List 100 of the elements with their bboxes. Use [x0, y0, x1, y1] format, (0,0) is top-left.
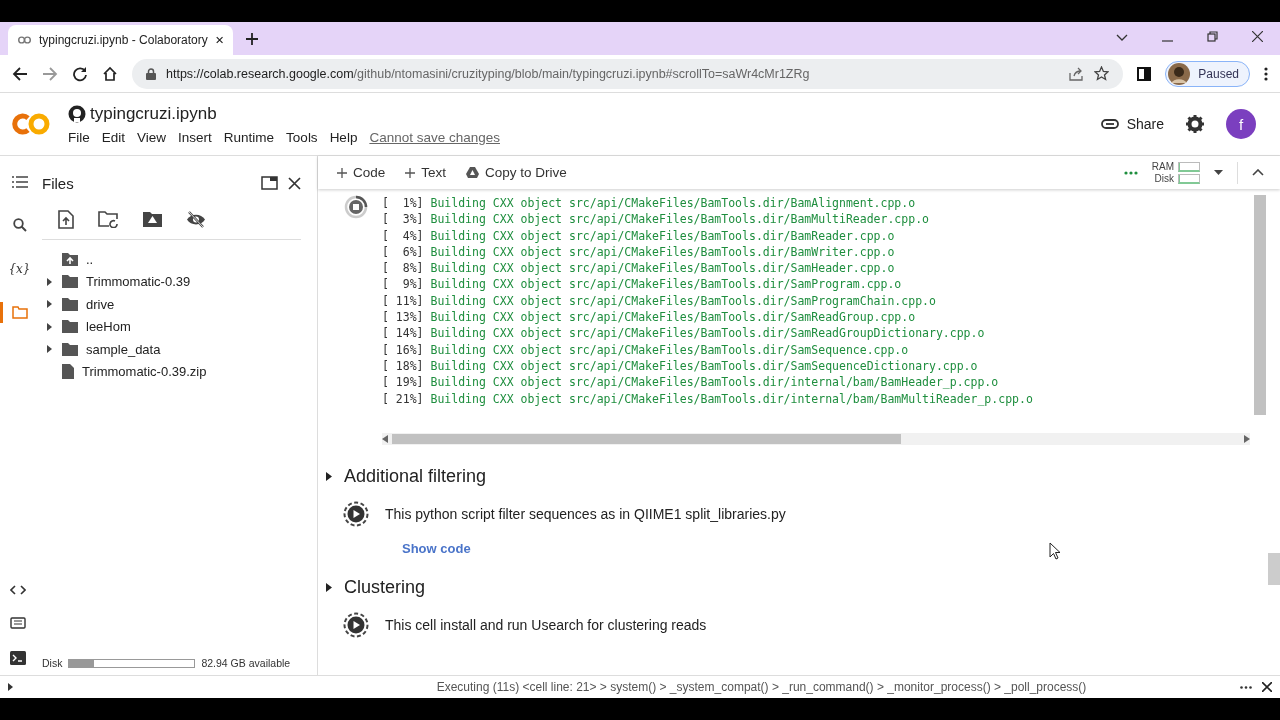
run-cell-icon[interactable] [343, 612, 369, 638]
drive-icon [466, 167, 480, 178]
save-notice-link[interactable]: Cannot save changes [369, 129, 500, 145]
file-tree-item[interactable]: Trimmomatic-0.39.zip [42, 360, 301, 383]
scroll-left-icon[interactable] [382, 435, 388, 443]
section-heading: Additional filtering [344, 465, 487, 487]
menu-item[interactable]: Runtime [223, 129, 275, 145]
expand-icon[interactable] [8, 683, 13, 691]
page-scrollbar-thumb[interactable] [1268, 553, 1280, 585]
resources-button[interactable]: RAM Disk [1151, 161, 1200, 184]
output-line: [ 19%] Building CXX object src/api/CMakeFiles/BamTools.dir/internal/bam/BamHeader_p.cpp.o [382, 374, 1000, 391]
hidden-eye-icon[interactable] [186, 211, 206, 228]
colab-logo[interactable] [12, 112, 52, 136]
account-avatar[interactable]: f [1226, 109, 1256, 139]
back-icon[interactable] [12, 65, 28, 82]
drive-folder-icon[interactable] [143, 212, 162, 227]
folder-icon [62, 297, 78, 311]
output-line: [ 18%] Building CXX object src/api/CMakeFiles/BamTools.dir/SamSequenceDictionary.cpp.o [382, 357, 979, 375]
horizontal-scrollbar[interactable] [382, 433, 1250, 445]
folder-up-icon [62, 252, 78, 266]
more-icon[interactable] [1240, 685, 1252, 689]
menu-item[interactable]: View [137, 129, 167, 145]
settings-icon[interactable] [1186, 115, 1204, 133]
notebook-title[interactable]: typingcruzi.ipynb [90, 103, 217, 124]
tab-search-icon[interactable] [1116, 34, 1128, 42]
upload-file-icon[interactable] [58, 210, 74, 229]
open-in-tab-icon[interactable] [261, 176, 278, 190]
section-heading: Clustering [344, 576, 426, 598]
scroll-right-icon[interactable] [1244, 435, 1250, 443]
command-palette-icon[interactable] [10, 617, 26, 629]
disk-label: Disk [42, 657, 63, 669]
output-line: [ 11%] Building CXX object src/api/CMakeFiles/BamTools.dir/SamProgramChain.cpp.o [382, 292, 937, 310]
search-icon [12, 218, 27, 232]
star-icon[interactable] [1094, 66, 1110, 81]
menu-item[interactable]: Help [329, 129, 358, 145]
menu-item[interactable]: File [68, 129, 90, 145]
side-panel-icon[interactable] [1137, 66, 1152, 81]
file-tree-item[interactable]: leeHom [42, 315, 301, 338]
sidebar-tab[interactable]: {x} [0, 258, 36, 280]
toolbar-button[interactable]: Copy to Drive [463, 163, 570, 182]
output-line: [ 9%] Building CXX object src/api/CMakeFiles/BamTools.dir/SamProgram.cpp.o [382, 276, 903, 293]
output-line: [ 14%] Building CXX object src/api/CMakeFiles/BamTools.dir/SamReadGroupDictionary.cpp.o [382, 325, 986, 342]
stop-icon[interactable] [344, 195, 368, 219]
reload-icon[interactable] [72, 65, 88, 82]
forward-icon[interactable] [42, 65, 58, 82]
caret-icon[interactable] [326, 582, 332, 592]
collapse-icon[interactable] [1252, 169, 1264, 176]
output-line: [ 8%] Building CXX object src/api/CMakeFiles/BamTools.dir/SamHeader.cpp.o [382, 260, 896, 277]
caret-icon[interactable] [46, 277, 52, 286]
home-icon[interactable] [102, 65, 118, 82]
menu-item[interactable]: Tools [286, 129, 318, 145]
status-text: Executing (11s) <cell line: 21> > system() > _system_compat() > _run_command() > _monitor_process() > _poll_process() [436, 680, 1087, 694]
folder-icon [62, 320, 78, 334]
cell-text: This python script filter sequences as in QIIME1 split_libraries.py [385, 506, 786, 522]
share-icon[interactable] [1069, 66, 1085, 81]
refresh-folder-icon[interactable] [98, 211, 119, 228]
caret-icon[interactable] [46, 345, 52, 354]
file-tree-item[interactable]: Trimmomatic-0.39 [42, 270, 301, 293]
more-icon[interactable] [1264, 66, 1268, 81]
cell-text: This cell install and run Usearch for clustering reads [385, 617, 707, 633]
run-cell-icon[interactable] [343, 501, 369, 527]
folder-icon [62, 275, 78, 289]
code-icon[interactable] [10, 585, 26, 595]
file-icon [62, 364, 74, 380]
new-tab-icon[interactable] [245, 32, 259, 46]
menu-item[interactable]: Edit [101, 129, 126, 145]
toolbar-button[interactable]: Code [334, 163, 389, 182]
folder-icon [11, 306, 28, 319]
output-line: [ 16%] Building CXX object src/api/CMakeFiles/BamTools.dir/SamSequence.cpp.o [382, 341, 910, 358]
close-icon[interactable] [1262, 682, 1272, 692]
menu-item[interactable]: Insert [178, 129, 212, 145]
file-tree-item[interactable]: sample_data [42, 338, 301, 361]
output-line: [ 6%] Building CXX object src/api/CMakeFiles/BamTools.dir/BamWriter.cpp.o [382, 243, 896, 261]
show-code-link[interactable]: Show code [402, 541, 1280, 556]
url-text: https://colab.research.google.com/github/ntomasini/cruzityping/blob/main/typingcruzi.ipynb#scrollTo=saWr4cMr1ZRg [166, 66, 810, 81]
close-icon[interactable] [215, 35, 223, 45]
file-tree-item[interactable]: .. [42, 248, 301, 271]
file-tree-item[interactable]: drive [42, 293, 301, 316]
dropdown-icon[interactable] [1214, 170, 1223, 175]
caret-icon[interactable] [46, 322, 52, 331]
browser-tab[interactable]: typingcruzi.ipynb - Colaboratory [8, 25, 233, 55]
vertical-scrollbar[interactable] [1254, 195, 1266, 415]
close-icon[interactable] [1252, 31, 1263, 42]
terminal-icon[interactable] [10, 651, 26, 665]
caret-icon[interactable] [326, 471, 332, 481]
folder-icon [62, 342, 78, 356]
lock-icon [146, 67, 156, 80]
restore-icon[interactable] [1207, 31, 1218, 42]
close-icon[interactable] [288, 176, 301, 190]
colab-logo-icon [18, 34, 31, 46]
share-button[interactable]: Share [1100, 116, 1164, 132]
address-field[interactable]: https://colab.research.google.com/github/ntomasini/cruzityping/blob/main/typingcruzi.ipynb#scrollTo=saWr4cMr1ZRg [132, 58, 1124, 89]
output-line: [ 1%] Building CXX object src/api/CMakeFiles/BamTools.dir/BamAlignment.cpp.o [382, 195, 917, 212]
output-line: [ 3%] Building CXX object src/api/CMakeFiles/BamTools.dir/BamMultiReader.cpp.o [382, 211, 930, 228]
panel-title: Files [42, 174, 74, 192]
output-line: [ 4%] Building CXX object src/api/CMakeFiles/BamTools.dir/BamReader.cpp.o [382, 227, 896, 244]
toolbar-button[interactable]: Text [402, 163, 450, 182]
caret-icon[interactable] [46, 300, 52, 309]
profile-button[interactable]: Paused [1165, 60, 1250, 87]
disk-reading: 82.94 GB available [201, 657, 291, 669]
